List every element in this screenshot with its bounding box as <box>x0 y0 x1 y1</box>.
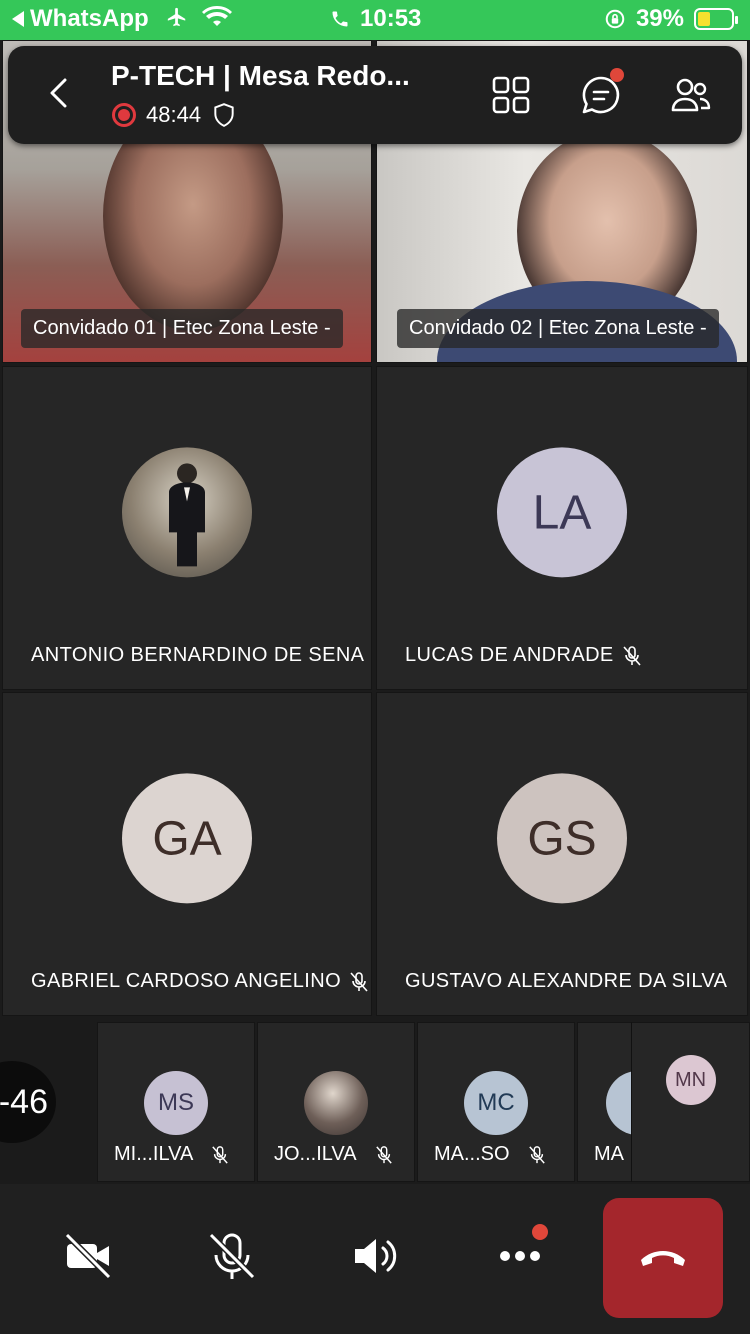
participant-name: MA <box>594 1143 624 1165</box>
avatar-initials: MC <box>464 1071 528 1135</box>
mic-muted-icon <box>350 971 368 992</box>
battery-percent: 39% <box>635 5 684 32</box>
mic-muted-icon <box>528 1145 545 1164</box>
more-participants-count[interactable]: -46 <box>0 1061 56 1143</box>
battery-fill <box>698 12 711 26</box>
participant-name: GUSTAVO ALEXANDRE DA SILVA <box>405 970 728 992</box>
avatar-initials: GA <box>122 773 252 904</box>
recording-time: 48:44 <box>146 102 202 127</box>
recording-info: 48:44 <box>112 102 237 128</box>
call-toolbar <box>0 1184 750 1334</box>
video-label: Convidado 02 | Etec Zona Leste - <box>397 309 719 348</box>
hang-up-icon <box>641 1251 685 1266</box>
mic-muted-icon <box>212 1145 229 1164</box>
strip-tile[interactable]: JO...ILVA <box>257 1022 415 1182</box>
airplane-icon <box>167 7 186 27</box>
mic-off-icon <box>208 1232 256 1280</box>
battery-icon <box>694 8 738 30</box>
participant-name: MA...SO <box>434 1143 546 1166</box>
grid-view-icon[interactable] <box>490 74 532 116</box>
status-bar: WhatsApp 10:53 39% <box>0 0 750 40</box>
participant-tile[interactable]: GS GUSTAVO ALEXANDRE DA SILVA <box>376 692 748 1016</box>
phone-call-icon <box>332 11 348 27</box>
back-app-label: WhatsApp <box>30 5 149 32</box>
participant-name: LUCAS DE ANDRADE <box>405 644 642 667</box>
more-icon <box>500 1251 540 1261</box>
meeting-title: P-TECH | Mesa Redo... <box>111 60 410 91</box>
avatar-initials: GS <box>497 773 627 904</box>
participant-name: ANTONIO BERNARDINO DE SENA <box>31 644 365 666</box>
clock-text: 10:53 <box>360 5 422 32</box>
mic-muted-icon <box>623 645 641 666</box>
chat-unread-badge <box>610 68 624 82</box>
status-icons-left <box>166 6 232 28</box>
strip-tile[interactable]: MS MI...ILVA <box>97 1022 255 1182</box>
status-time: 10:53 <box>330 5 421 33</box>
speaker-button[interactable] <box>346 1226 406 1286</box>
avatar-initials: LA <box>497 447 627 578</box>
shield-icon <box>214 103 234 127</box>
avatar-initials: MS <box>144 1071 208 1135</box>
avatar-initials: MN <box>665 1055 716 1105</box>
wifi-icon <box>202 6 232 26</box>
participant-tile[interactable]: GA GABRIEL CARDOSO ANGELINO <box>2 692 372 1016</box>
participant-name: GABRIEL CARDOSO ANGELINO <box>31 970 369 993</box>
person-silhouette-icon <box>169 463 205 567</box>
back-triangle-icon <box>12 11 24 27</box>
mic-muted-icon <box>375 1145 392 1164</box>
more-options-button[interactable] <box>490 1224 550 1286</box>
avatar-photo <box>304 1071 368 1135</box>
camera-toggle-button[interactable] <box>58 1226 118 1286</box>
header-actions <box>490 68 712 116</box>
strip-tile[interactable]: MN <box>631 1022 750 1182</box>
chat-button[interactable] <box>580 68 624 116</box>
participant-name: JO...ILVA <box>274 1143 393 1166</box>
camera-off-icon <box>64 1232 112 1280</box>
rotation-lock-icon <box>605 9 625 29</box>
mic-toggle-button[interactable] <box>202 1226 262 1286</box>
speaker-icon <box>355 1239 397 1273</box>
participant-name: MI...ILVA <box>114 1143 229 1166</box>
participant-tile[interactable]: LA LUCAS DE ANDRADE <box>376 366 748 690</box>
avatar-photo <box>122 447 252 578</box>
video-label: Convidado 01 | Etec Zona Leste - <box>21 309 343 348</box>
back-to-app[interactable]: WhatsApp <box>12 5 149 33</box>
recording-icon <box>112 103 136 127</box>
participant-tile[interactable]: ANTONIO BERNARDINO DE SENA <box>2 366 372 690</box>
call-header: P-TECH | Mesa Redo... 48:44 <box>8 46 742 144</box>
status-icons-right: 39% <box>604 5 738 33</box>
back-chevron-icon[interactable] <box>48 78 70 108</box>
hang-up-button[interactable] <box>603 1198 723 1318</box>
strip-tile[interactable]: MA <box>577 1022 637 1182</box>
notification-badge <box>532 1224 548 1240</box>
strip-tile[interactable]: MC MA...SO <box>417 1022 575 1182</box>
participants-icon[interactable] <box>670 74 712 116</box>
